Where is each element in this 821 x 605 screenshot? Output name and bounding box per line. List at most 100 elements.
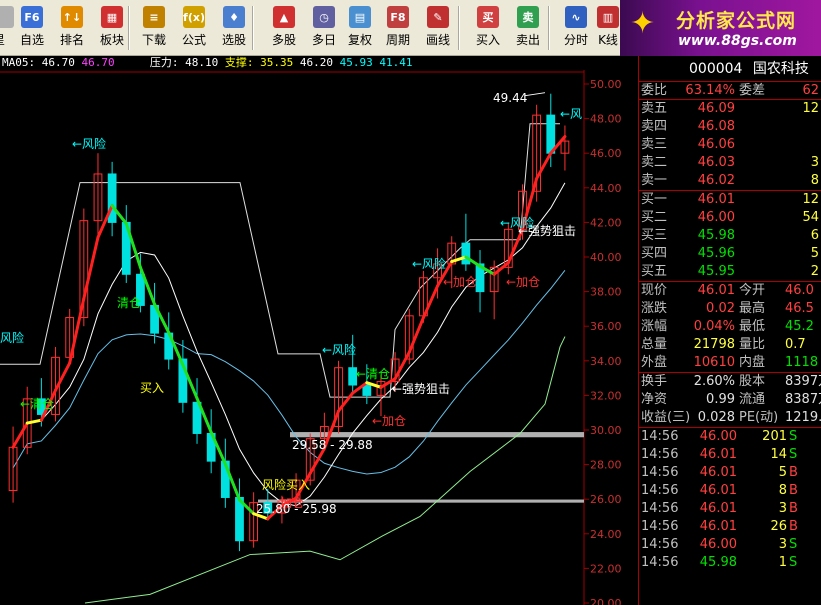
- tick-side: S: [789, 555, 798, 570]
- bid-volume: 2: [810, 264, 819, 279]
- kline-chart[interactable]: MA05: 46.70 46.70 压力: 48.10 支撑: 35.35 46…: [0, 56, 638, 605]
- quote-header: 000004 国农科技: [639, 56, 821, 82]
- tick-price: 46.00: [699, 537, 737, 552]
- y-tick-label: 38.00: [590, 286, 622, 299]
- chart-annotation: ←加仓: [443, 275, 477, 289]
- ma-signal-line: [535, 151, 553, 181]
- toolbar-button-9[interactable]: F8 周期: [378, 4, 418, 52]
- tick-row: 14:56 46.00 3 S: [639, 536, 821, 554]
- tick-price: 45.98: [699, 555, 737, 570]
- stat-row-label: 涨跌: [641, 301, 668, 316]
- tick-time: 14:56: [641, 465, 679, 480]
- ma-signal-line: [421, 284, 440, 320]
- toolbar-button-11[interactable]: 买买入: [468, 4, 508, 52]
- chart-annotation: 风险: [0, 330, 24, 345]
- bid-row: 买五 45.95 2: [639, 263, 821, 281]
- star-icon: ✦: [630, 6, 656, 41]
- fund-row-label: 净资: [641, 392, 668, 407]
- ma-signal-line: [492, 261, 510, 276]
- high-marker: [524, 92, 546, 97]
- toolbar-icon-10: ✎: [427, 6, 449, 28]
- weicha-value: 62: [802, 83, 819, 98]
- toolbar-button-1[interactable]: ↑↓ 排名: [52, 4, 92, 52]
- stat-row-label-2: 最低: [739, 319, 766, 334]
- bid-price: 45.98: [697, 228, 735, 243]
- toolbar-button-6[interactable]: ▲ 多股: [264, 4, 304, 52]
- toolbar-label-13: 分时: [563, 33, 588, 47]
- y-tick-label: 48.00: [590, 113, 622, 126]
- stat-row-value: 21798: [693, 337, 735, 352]
- fund-row: 换手 2.60% 股本 8397万: [639, 373, 821, 391]
- bid-price: 45.96: [697, 246, 735, 261]
- toolbar-label-9: 周期: [385, 33, 410, 47]
- bid-volume: 6: [810, 228, 819, 243]
- tick-volume: 3: [778, 537, 787, 552]
- toolbar-label-0: 自选: [19, 33, 44, 47]
- toolbar-button-8[interactable]: ▤ 复权: [340, 4, 380, 52]
- tick-price: 46.00: [699, 429, 737, 444]
- toolbar-icon-6: ▲: [273, 6, 295, 28]
- stat-row-label: 外盘: [641, 355, 668, 370]
- chart-annotation: 29.58 - 29.88: [292, 438, 373, 452]
- bid-label: 买一: [641, 192, 668, 207]
- stat-row: 外盘 10610 内盘 1118: [639, 354, 821, 372]
- ask-row: 卖五 46.09 12: [639, 100, 821, 118]
- toolbar-button-5[interactable]: ♦ 选股: [214, 4, 254, 52]
- ma-signal-line: [68, 297, 86, 365]
- chart-canvas: 50.00 48.00 46.00 44.00 42.00 40.00 38.00 36.00…: [0, 70, 622, 605]
- tick-list: 14:56 46.00 201 S 14:56 46.01 14 S 14:56 46.01 5 B 1…: [639, 428, 821, 572]
- tick-volume: 8: [778, 483, 787, 498]
- toolbar-label-3: 下载: [141, 33, 166, 47]
- stat-row: 总量 21798 量比 0.7: [639, 336, 821, 354]
- fund-row-label: 收益(三): [641, 410, 691, 425]
- stat-row: 涨幅 0.04% 最低 45.2: [639, 318, 821, 336]
- y-tick-label: 26.00: [590, 493, 622, 506]
- toolbar-button-13[interactable]: ∿ 分时: [556, 4, 596, 52]
- toolbar-icon-7: ◷: [313, 6, 335, 28]
- ma-signal-line: [11, 421, 29, 449]
- stat-row-value: 10610: [693, 355, 735, 370]
- tick-time: 14:56: [641, 537, 679, 552]
- brand-banner[interactable]: ✦ 分析家公式网 www.88gs.com: [620, 0, 821, 56]
- stat-row-value: 0.04%: [693, 319, 735, 334]
- toolbar-button-0[interactable]: F6 自选: [12, 4, 52, 52]
- tick-price: 46.01: [699, 447, 737, 462]
- toolbar-button-14[interactable]: ▥ K线: [596, 4, 620, 52]
- stat-row-value-2: 46.0: [785, 283, 814, 298]
- toolbar-button-2[interactable]: ▦ 板块: [92, 4, 132, 52]
- stat-row-value-2: 1118: [785, 355, 819, 370]
- bid-label: 买二: [641, 210, 668, 225]
- stat-row-label: 涨幅: [641, 319, 668, 334]
- stat-row-value-2: 0.7: [785, 337, 806, 352]
- toolbar-button-12[interactable]: 卖卖出: [508, 4, 548, 52]
- toolbar-icon-8: ▤: [349, 6, 371, 28]
- chart-annotation: 买入: [140, 381, 164, 395]
- toolbar-separator: [128, 6, 130, 50]
- tick-row: 14:56 46.00 201 S: [639, 428, 821, 446]
- toolbar-label-11: 买入: [475, 33, 500, 47]
- toolbar-button-4[interactable]: f(x) 公式: [174, 4, 214, 52]
- weibi-row: 委比 63.14% 委差 62: [639, 82, 821, 100]
- tick-price: 46.01: [699, 501, 737, 516]
- stat-row-label-2: 量比: [739, 337, 766, 352]
- tick-price: 46.01: [699, 483, 737, 498]
- ma-medium-line: [12, 182, 566, 507]
- tick-row: 14:56 46.01 26 B: [639, 518, 821, 536]
- y-tick-label: 32.00: [590, 389, 622, 402]
- ask-price: 46.08: [697, 119, 735, 134]
- toolbar-button-10[interactable]: ✎ 画线: [418, 4, 458, 52]
- toolbar-icon-12: 卖: [517, 6, 539, 28]
- ask-volume: 3: [810, 155, 819, 170]
- y-tick-label: 24.00: [590, 528, 622, 541]
- toolbar-icon-0: F6: [21, 6, 43, 28]
- ask-row: 卖三 46.06: [639, 136, 821, 154]
- toolbar-button-7[interactable]: ◷ 多日: [304, 4, 344, 52]
- toolbar-separator: [458, 6, 460, 50]
- toolbar-button-3[interactable]: ≡ 下载: [134, 4, 174, 52]
- partial-button[interactable]: 星: [0, 4, 14, 52]
- stat-row-label: 总量: [641, 337, 668, 352]
- y-tick-label: 50.00: [590, 78, 622, 91]
- chart-annotation: ←清仓: [20, 397, 54, 411]
- bid-row: 买二 46.00 54: [639, 209, 821, 227]
- toolbar-icon-2: ▦: [101, 6, 123, 28]
